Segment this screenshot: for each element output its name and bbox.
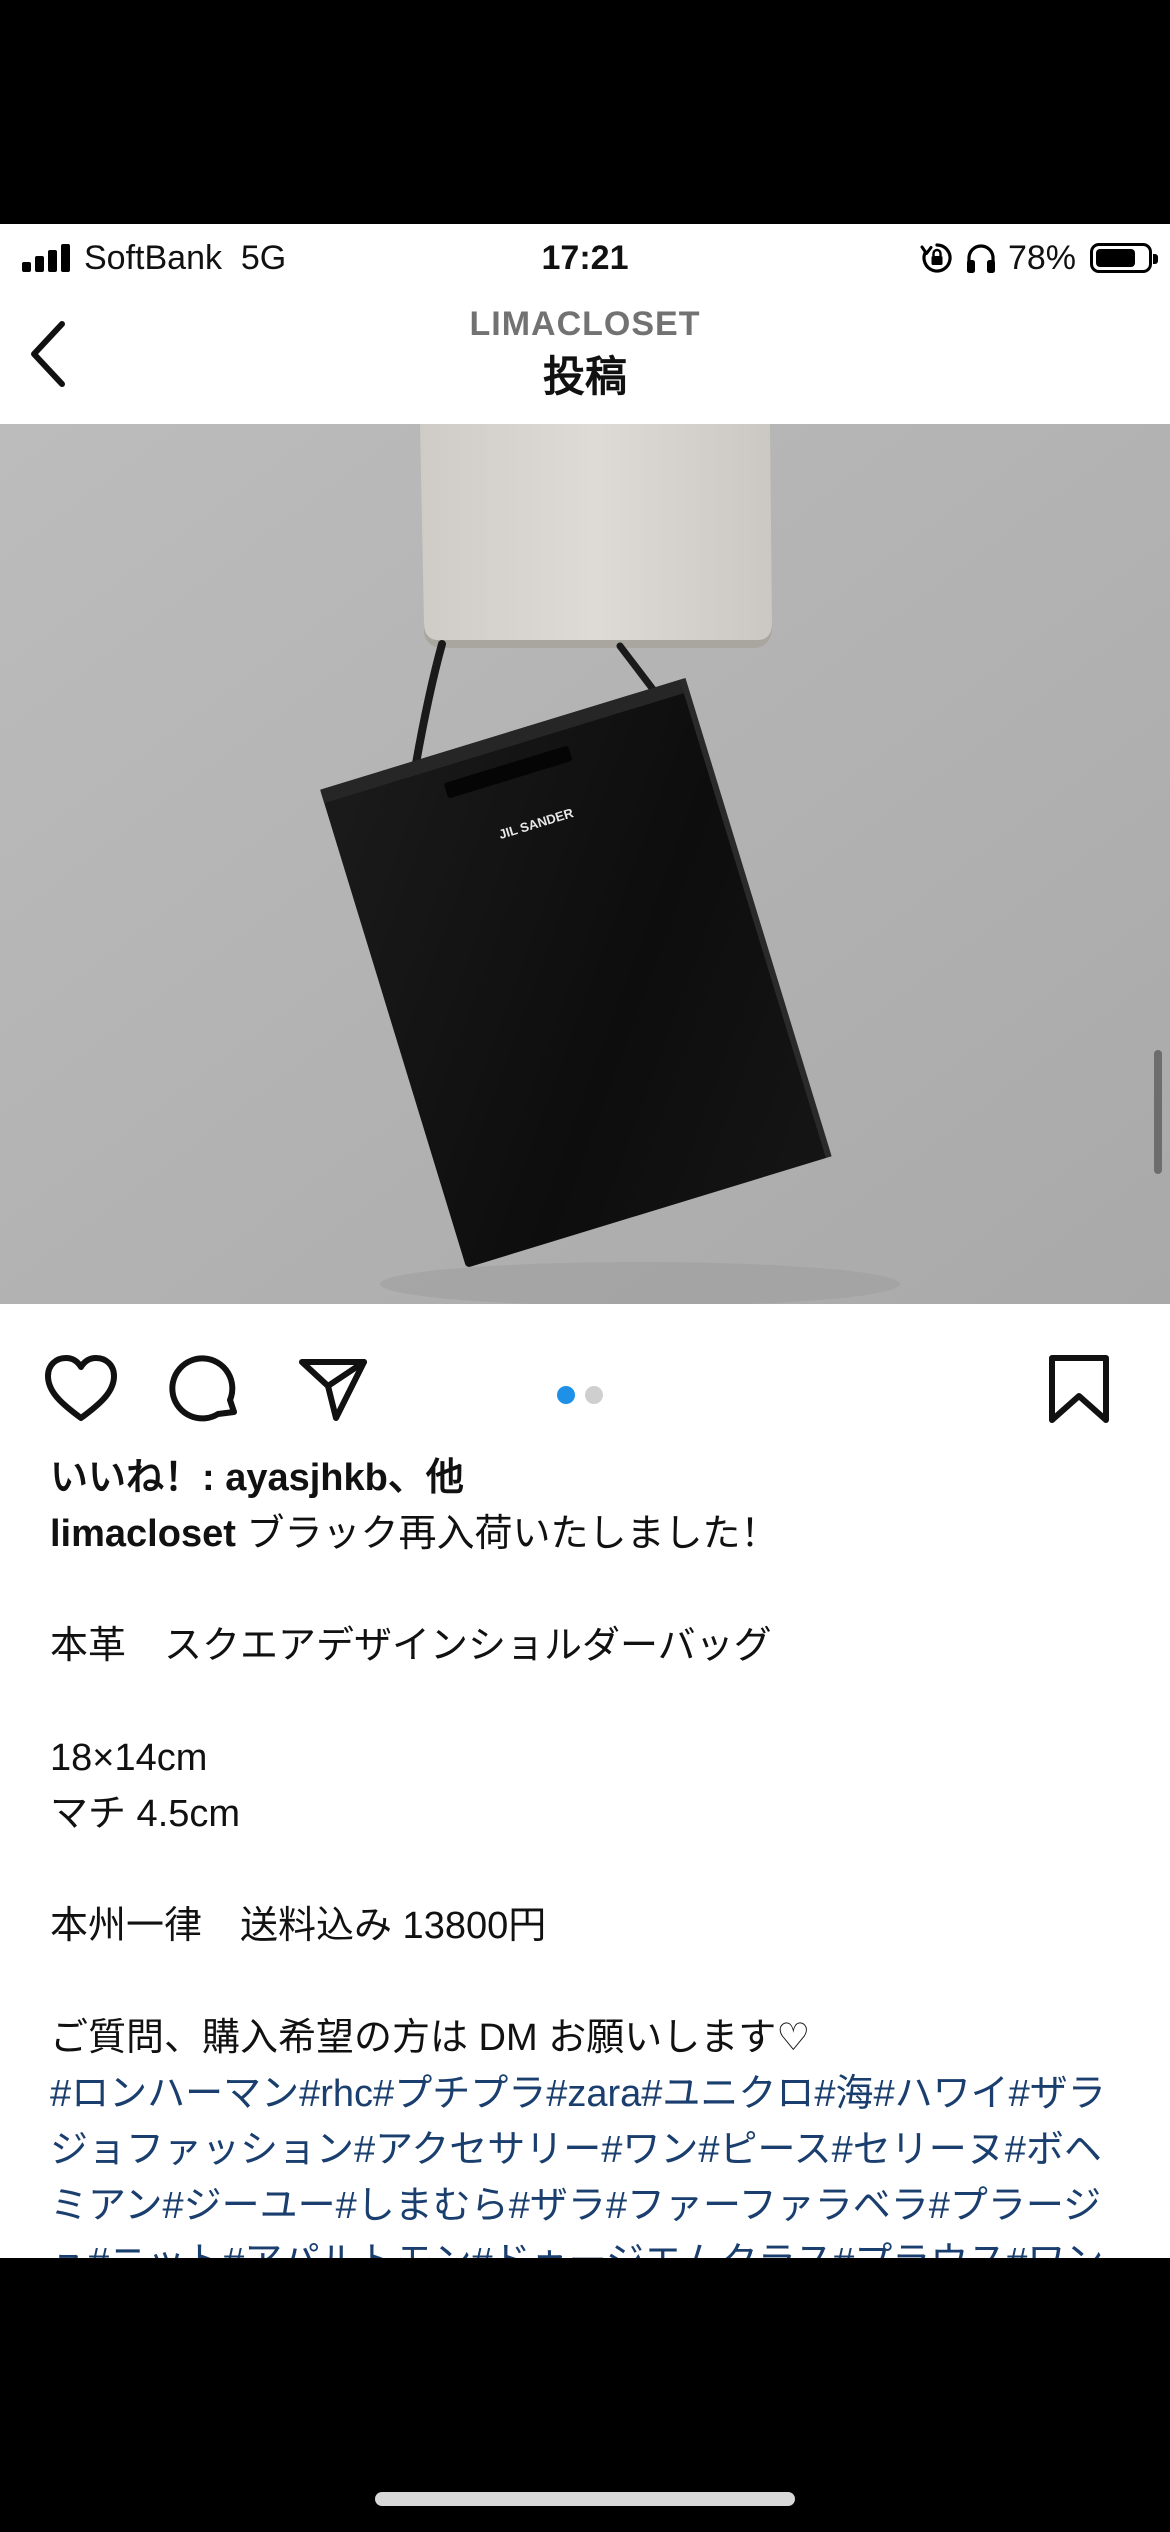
comment-bubble-icon[interactable] (168, 1352, 246, 1426)
caption-username[interactable]: limacloset (50, 1513, 236, 1555)
page-title: 投稿 (542, 353, 627, 400)
battery-percentage: 78% (1007, 239, 1076, 277)
caption-line: 18×14cm (50, 1737, 208, 1779)
caption-line: 本州一律 送料込み 13800円 (50, 1905, 547, 1947)
caption-hashtags[interactable]: #ロンハーマン#rhc#プチプラ#zara#ユニクロ#海#ハワイ#ザラジョファッ… (50, 2066, 1130, 2258)
post-caption: いいね！: ayasjhkb、他 limacloset ブラック再入荷いたしまし… (50, 1450, 1130, 2258)
post-header: LIMACLOSET 投稿 (0, 294, 1170, 424)
carousel-page-dots (557, 1386, 603, 1404)
caption-first-line: limacloset ブラック再入荷いたしました！ (50, 1506, 1130, 1562)
caption-line: ご質問、購入希望の方は DM お願いします♡ (50, 2017, 811, 2059)
post-action-bar (0, 1304, 1170, 1444)
status-bar: SoftBank 5G 17:21 78% (0, 224, 1170, 294)
header-account-name: LIMACLOSET (469, 305, 701, 343)
headphones-icon (966, 244, 995, 273)
bottom-letterbox (0, 2258, 1170, 2532)
instagram-post-screen: SoftBank 5G 17:21 78% LIMACLOSET 投稿 JIL … (0, 224, 1170, 2258)
battery-icon (1090, 243, 1158, 273)
caption-line: 本革 スクエアデザインショルダーバッグ (50, 1625, 772, 1667)
carousel-dot-1 (557, 1386, 575, 1404)
rotation-lock-icon (920, 243, 952, 273)
save-bookmark-icon[interactable] (1040, 1352, 1118, 1426)
top-letterbox (0, 0, 1170, 224)
likes-summary[interactable]: いいね！: ayasjhkb、他 (50, 1450, 1130, 1506)
scroll-indicator[interactable] (1154, 1050, 1162, 1174)
bag-photo: JIL SANDER (0, 424, 1170, 1304)
status-right-group: 78% (920, 238, 1158, 278)
home-indicator[interactable] (375, 2492, 795, 2506)
battery-level-fill (1096, 249, 1135, 267)
post-photo-carousel[interactable]: JIL SANDER (0, 424, 1170, 1304)
share-paper-plane-icon[interactable] (294, 1352, 372, 1426)
caption-text: ブラック再入荷いたしました！ (246, 1513, 779, 1555)
caption-line: マチ 4.5cm (50, 1793, 241, 1835)
like-heart-icon[interactable] (42, 1352, 120, 1426)
carousel-dot-2 (585, 1386, 603, 1404)
